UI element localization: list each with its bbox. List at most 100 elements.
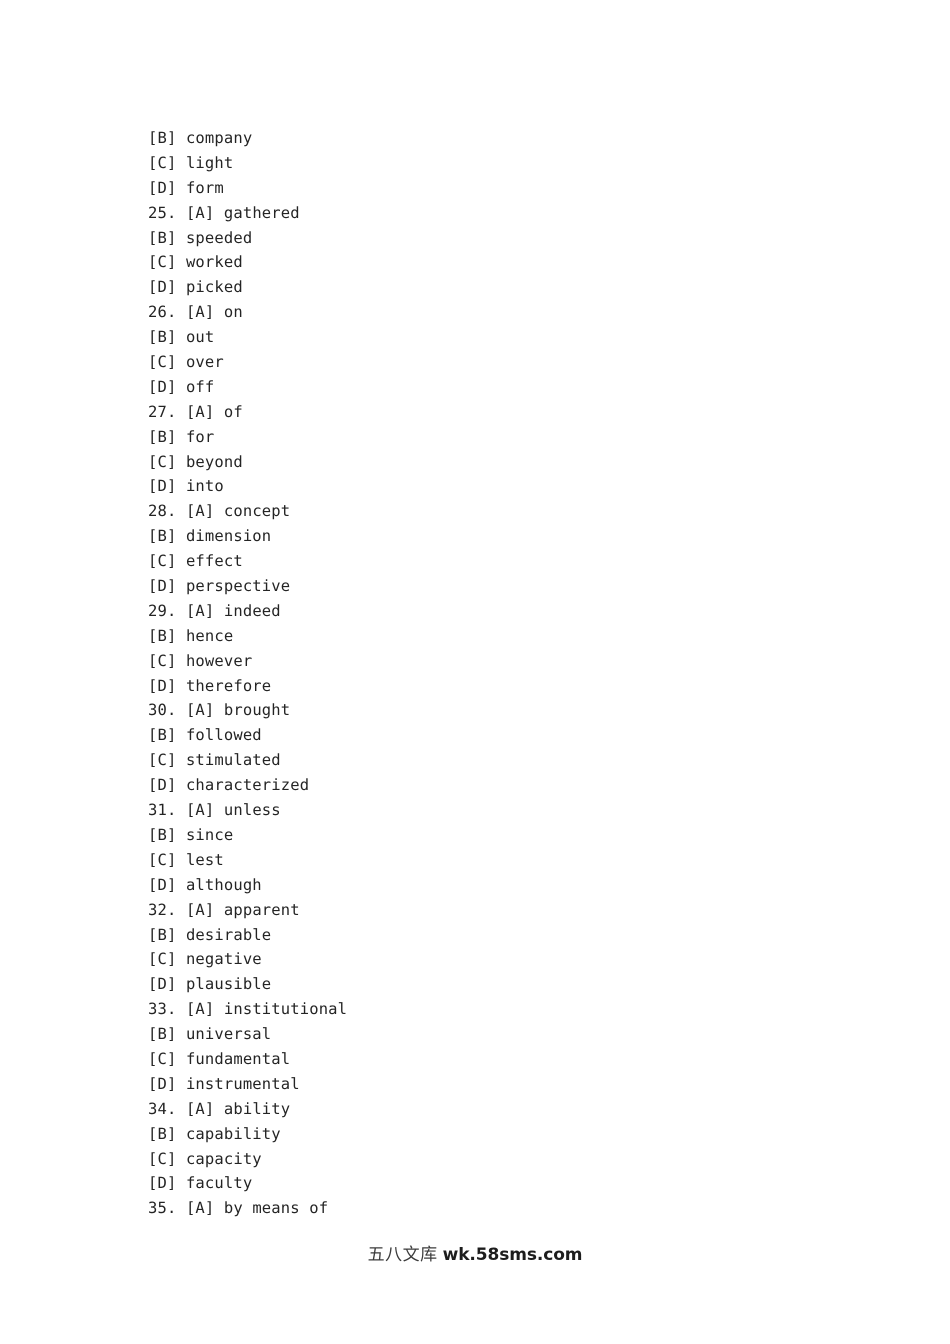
question-number: 33.	[148, 1000, 177, 1019]
option-letter: [D]	[148, 676, 177, 695]
option-line: [C] beyond	[148, 450, 848, 475]
option-line: [D] although	[148, 873, 848, 898]
option-text: brought	[223, 701, 291, 720]
option-text: perspective	[185, 577, 291, 596]
option-text: by means of	[223, 1199, 329, 1218]
question-option-line: 35. [A] by means of	[148, 1196, 848, 1221]
option-text: dimension	[185, 527, 272, 546]
option-line: [D] perspective	[148, 574, 848, 599]
option-letter: [A]	[185, 1099, 215, 1118]
option-letter: [C]	[148, 950, 177, 969]
option-text: light	[185, 153, 234, 172]
option-text: ability	[223, 1099, 291, 1118]
option-letter: [A]	[185, 402, 215, 421]
option-line: [C] over	[148, 350, 848, 375]
option-line: [B] followed	[148, 723, 848, 748]
option-letter: [D]	[148, 1174, 177, 1193]
option-text: lest	[185, 850, 224, 869]
option-letter: [A]	[185, 701, 215, 720]
question-number: 30.	[148, 701, 177, 720]
option-letter: [C]	[148, 1049, 177, 1068]
option-letter: [D]	[148, 577, 177, 596]
option-letter: [C]	[148, 153, 177, 172]
option-line: [C] however	[148, 649, 848, 674]
option-letter: [B]	[148, 726, 177, 745]
option-letter: [B]	[148, 328, 177, 347]
option-letter: [D]	[148, 1074, 177, 1093]
option-letter: [A]	[185, 801, 215, 820]
option-letter: [C]	[148, 751, 177, 770]
option-text: unless	[223, 801, 281, 820]
option-text: form	[185, 178, 224, 197]
option-line: [D] into	[148, 474, 848, 499]
option-text: apparent	[223, 900, 300, 919]
option-line: [B] out	[148, 325, 848, 350]
option-letter: [B]	[148, 925, 177, 944]
option-text: capacity	[185, 1149, 262, 1168]
option-text: over	[185, 353, 224, 372]
option-line: [C] fundamental	[148, 1047, 848, 1072]
question-number: 35.	[148, 1199, 177, 1218]
option-line: [D] off	[148, 375, 848, 400]
option-text: however	[185, 651, 253, 670]
question-option-line: 26. [A] on	[148, 300, 848, 325]
option-line: [C] stimulated	[148, 748, 848, 773]
option-line: [D] instrumental	[148, 1072, 848, 1097]
option-letter: [A]	[185, 1199, 215, 1218]
option-line: [C] effect	[148, 549, 848, 574]
option-letter: [A]	[185, 303, 215, 322]
option-text: institutional	[223, 1000, 348, 1019]
question-option-line: 29. [A] indeed	[148, 599, 848, 624]
question-number: 34.	[148, 1099, 177, 1118]
question-number: 32.	[148, 900, 177, 919]
option-text: speeded	[185, 228, 253, 247]
question-option-line: 34. [A] ability	[148, 1097, 848, 1122]
option-text: effect	[185, 552, 243, 571]
option-line: [D] plausible	[148, 972, 848, 997]
option-letter: [C]	[148, 850, 177, 869]
option-line: [B] for	[148, 425, 848, 450]
option-letter: [B]	[148, 1124, 177, 1143]
watermark-url: wk.58sms.com	[442, 1245, 583, 1265]
option-text: off	[185, 377, 215, 396]
option-letter: [D]	[148, 377, 177, 396]
option-letter: [D]	[148, 975, 177, 994]
option-letter: [A]	[185, 203, 215, 222]
option-letter: [A]	[185, 502, 215, 521]
option-text: plausible	[185, 975, 272, 994]
option-line: [D] faculty	[148, 1171, 848, 1196]
option-letter: [D]	[148, 875, 177, 894]
option-text: into	[185, 477, 224, 496]
option-letter: [C]	[148, 651, 177, 670]
option-text: concept	[223, 502, 291, 521]
option-line: [B] universal	[148, 1022, 848, 1047]
option-line: [D] therefore	[148, 674, 848, 699]
option-letter: [C]	[148, 353, 177, 372]
option-line: [C] lest	[148, 848, 848, 873]
question-option-line: 27. [A] of	[148, 400, 848, 425]
option-text: of	[223, 402, 243, 421]
question-option-line: 33. [A] institutional	[148, 997, 848, 1022]
question-option-line: 28. [A] concept	[148, 499, 848, 524]
question-number: 28.	[148, 502, 177, 521]
option-letter: [B]	[148, 825, 177, 844]
option-text: beyond	[185, 452, 243, 471]
option-text: picked	[185, 278, 243, 297]
question-option-line: 32. [A] apparent	[148, 898, 848, 923]
option-line: [B] capability	[148, 1122, 848, 1147]
answer-options-list: [B] company [C] light [D] form 25. [A] gath…	[148, 126, 848, 1221]
option-line: [C] negative	[148, 947, 848, 972]
option-letter: [A]	[185, 900, 215, 919]
option-letter: [B]	[148, 129, 177, 147]
option-letter: [B]	[148, 1025, 177, 1044]
option-letter: [A]	[185, 601, 215, 620]
option-text: stimulated	[185, 751, 281, 770]
option-line: [B] since	[148, 823, 848, 848]
option-text: negative	[185, 950, 262, 969]
option-letter: [B]	[148, 228, 177, 247]
option-text: although	[185, 875, 262, 894]
option-letter: [B]	[148, 527, 177, 546]
document-page: [B] company [C] light [D] form 25. [A] gath…	[0, 0, 950, 1344]
option-text: instrumental	[185, 1074, 300, 1093]
question-option-line: 31. [A] unless	[148, 798, 848, 823]
